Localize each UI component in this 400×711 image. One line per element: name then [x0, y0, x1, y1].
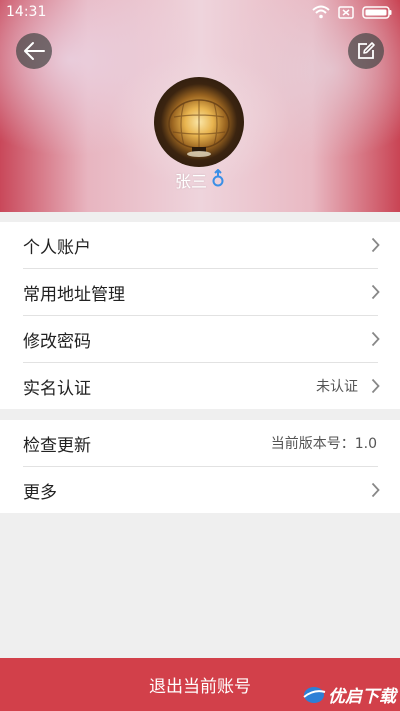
chevron-right-icon — [371, 482, 380, 498]
menu-item-label: 修改密码 — [23, 331, 91, 352]
menu-item-address-management[interactable]: 常用地址管理 — [0, 269, 400, 315]
menu-item-check-update[interactable]: 检查更新 当前版本号：1.0 — [0, 420, 400, 466]
chevron-right-icon — [371, 378, 380, 394]
wifi-icon — [312, 5, 330, 19]
status-bar: 14:31 — [0, 0, 400, 26]
back-arrow-icon — [24, 42, 45, 60]
chevron-right-icon — [371, 237, 380, 253]
logout-label: 退出当前账号 — [149, 677, 251, 697]
no-sim-icon — [338, 5, 354, 19]
verification-status: 未认证 — [316, 379, 358, 395]
menu-item-more[interactable]: 更多 — [0, 467, 400, 513]
menu-item-label: 实名认证 — [23, 378, 91, 399]
edit-icon — [358, 42, 375, 59]
profile-header: 14:31 张三 — [0, 0, 400, 212]
menu-item-label: 检查更新 — [23, 435, 91, 456]
account-menu-group: 个人账户 常用地址管理 修改密码 实名认证 未认证 — [0, 222, 400, 409]
chevron-right-icon — [371, 284, 380, 300]
watermark-logo: 优启下载 — [302, 682, 396, 707]
menu-item-label: 更多 — [23, 482, 57, 503]
lantern-image — [168, 99, 230, 157]
version-text: 当前版本号：1.0 — [270, 436, 377, 452]
chevron-right-icon — [371, 331, 380, 347]
app-menu-group: 检查更新 当前版本号：1.0 更多 — [0, 420, 400, 513]
avatar[interactable] — [154, 77, 244, 167]
menu-item-label: 个人账户 — [23, 237, 91, 258]
logout-button[interactable]: 退出当前账号 优启下载 — [0, 658, 400, 711]
battery-icon — [362, 5, 392, 19]
menu-item-real-name-verification[interactable]: 实名认证 未认证 — [0, 363, 400, 409]
menu-item-change-password[interactable]: 修改密码 — [0, 316, 400, 362]
user-name: 张三 — [174, 172, 207, 191]
menu-item-label: 常用地址管理 — [23, 284, 125, 305]
edit-profile-button[interactable] — [348, 33, 384, 69]
watermark-globe-icon — [303, 686, 326, 703]
back-button[interactable] — [16, 33, 52, 69]
male-gender-icon — [211, 168, 225, 191]
status-time: 14:31 — [6, 4, 47, 20]
menu-item-personal-account[interactable]: 个人账户 — [0, 222, 400, 268]
